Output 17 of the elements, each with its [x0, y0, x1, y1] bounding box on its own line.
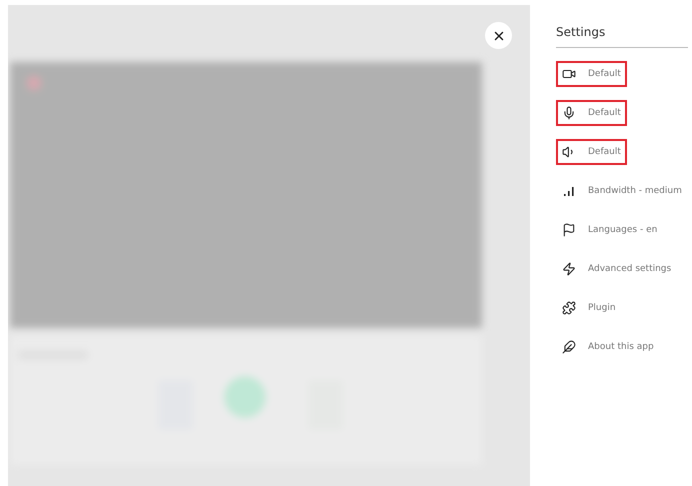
settings-item[interactable]: Default [556, 100, 627, 126]
close-button[interactable] [485, 22, 512, 49]
microphone-icon [562, 106, 576, 120]
panel-title: Settings [556, 25, 688, 48]
video-camera-icon [562, 67, 576, 81]
settings-item[interactable]: Default [556, 139, 627, 165]
settings-item[interactable]: Default [556, 61, 627, 87]
settings-item[interactable]: About this app [556, 334, 660, 360]
settings-item[interactable]: Languages - en [556, 217, 664, 243]
signal-bars-icon [562, 184, 576, 198]
puzzle-piece-icon [562, 301, 576, 315]
feather-icon [562, 340, 576, 354]
settings-item[interactable]: Plugin [556, 295, 622, 321]
settings-item[interactable]: Bandwidth - medium [556, 178, 688, 204]
settings-item[interactable]: Advanced settings [556, 256, 678, 282]
flag-icon [562, 223, 576, 237]
lightning-icon [562, 262, 576, 276]
